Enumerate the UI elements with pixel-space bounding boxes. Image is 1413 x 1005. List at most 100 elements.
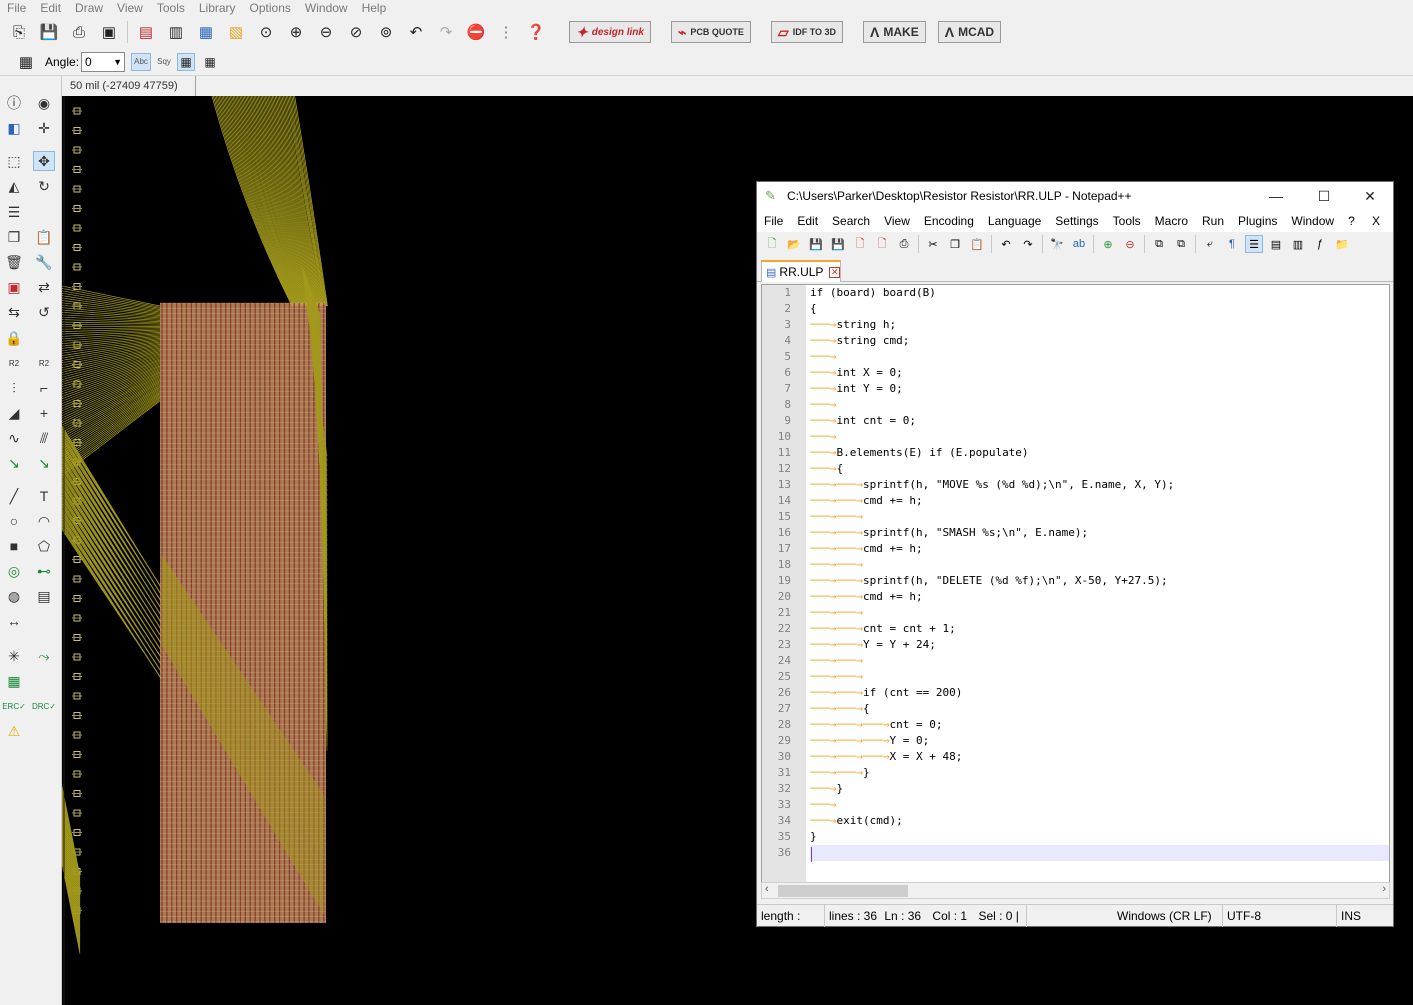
show-icon[interactable]: ◉ xyxy=(33,93,55,113)
undo-icon[interactable]: ↶ xyxy=(404,20,428,44)
move-icon[interactable]: ✥ xyxy=(33,151,55,171)
npp-menu-tools[interactable]: Tools xyxy=(1106,214,1148,228)
zoom-out-icon[interactable]: ⊖ xyxy=(1121,235,1139,253)
redo-icon[interactable]: ↷ xyxy=(1019,235,1037,253)
npp-menu-language[interactable]: Language xyxy=(981,214,1048,228)
help-icon[interactable]: ❓ xyxy=(524,20,548,44)
maximize-icon[interactable]: ☐ xyxy=(1301,182,1347,210)
mark-icon[interactable]: ✛ xyxy=(33,118,55,138)
stop-icon[interactable]: ⛔ xyxy=(464,20,488,44)
code-line[interactable]: { xyxy=(810,301,1389,317)
hole-icon[interactable]: ◍ xyxy=(3,586,25,606)
code-line[interactable]: ───→───→sprintf(h, "SMASH %s;\n", E.name… xyxy=(810,525,1389,541)
rectangle-icon[interactable]: ■ xyxy=(3,536,25,556)
delete-icon[interactable]: 🗑 xyxy=(3,252,25,272)
sync-horizontal-icon[interactable]: ⧉ xyxy=(1172,235,1190,253)
notepadpp-title-bar[interactable]: ✎ C:\Users\Parker\Desktop\Resistor Resis… xyxy=(757,182,1393,210)
code-line[interactable]: ───→───→if (cnt == 200) xyxy=(810,685,1389,701)
code-line[interactable]: ───→ xyxy=(810,349,1389,365)
npp-menu-search[interactable]: Search xyxy=(825,214,877,228)
npp-menu-macro[interactable]: Macro xyxy=(1148,214,1195,228)
npp-menu-help[interactable]: ? xyxy=(1341,214,1362,228)
code-line[interactable]: ───→{ xyxy=(810,461,1389,477)
meander-icon[interactable]: ∿ xyxy=(3,428,25,448)
copy-icon[interactable]: ❐ xyxy=(946,235,964,253)
code-line[interactable]: ───→ xyxy=(810,429,1389,445)
code-line[interactable]: ───→───→ xyxy=(810,605,1389,621)
code-line[interactable]: ───→B.elements(E) if (E.populate) xyxy=(810,445,1389,461)
code-line[interactable]: ───→───→ xyxy=(810,509,1389,525)
npp-menu-encoding[interactable]: Encoding xyxy=(917,214,981,228)
layer-settings-icon[interactable]: ◧ xyxy=(3,118,25,138)
go-icon[interactable]: ⋮ xyxy=(494,20,518,44)
miter-icon[interactable]: ⌐ xyxy=(33,378,55,398)
tab-close-icon[interactable]: ✕ xyxy=(829,266,840,278)
eagle-menu-window[interactable]: Window xyxy=(298,0,355,16)
open-file-icon[interactable]: 📂 xyxy=(785,235,803,253)
schematic-board-switch-icon[interactable]: ▤ xyxy=(134,20,158,44)
crosshair-icon[interactable]: + xyxy=(33,403,55,423)
replace-icon[interactable]: ab xyxy=(1070,235,1088,253)
print-icon[interactable]: ⎙ xyxy=(895,235,913,253)
save-all-icon[interactable]: 💾 xyxy=(829,235,847,253)
code-line[interactable]: ───→───→───→cnt = 0; xyxy=(810,717,1389,733)
polygon-icon[interactable]: ⬠ xyxy=(33,536,55,556)
npp-menu-file[interactable]: File xyxy=(757,214,790,228)
board-icon[interactable]: ▦ xyxy=(3,671,25,691)
zoom-in-icon[interactable]: ⊕ xyxy=(1099,235,1117,253)
rotate-icon[interactable]: ↻ xyxy=(33,176,55,196)
code-line[interactable]: ───→───→} xyxy=(810,765,1389,781)
print-icon[interactable]: ⎙ xyxy=(67,20,91,44)
code-line[interactable]: ───→───→sprintf(h, "MOVE %s (%d %d);\n",… xyxy=(810,477,1389,493)
text-spin-button[interactable]: Sqy xyxy=(154,53,174,71)
text-icon[interactable]: T xyxy=(33,486,55,506)
code-line[interactable]: ───→exit(cmd); xyxy=(810,813,1389,829)
code-line[interactable]: ───→───→───→X = X + 48; xyxy=(810,749,1389,765)
lock-icon[interactable]: 🔒 xyxy=(3,328,25,348)
new-file-icon[interactable]: 🗋 xyxy=(763,235,781,253)
drc-icon[interactable]: DRC✓ xyxy=(32,696,56,716)
circle-icon[interactable]: ○ xyxy=(3,511,25,531)
code-area[interactable]: if (board) board(B){───→string h; ───→str… xyxy=(810,285,1389,883)
code-line[interactable]: ───→int X = 0; xyxy=(810,365,1389,381)
cut-icon[interactable]: ✂ xyxy=(924,235,942,253)
npp-menu-run[interactable]: Run xyxy=(1195,214,1231,228)
idf-button[interactable]: ▱ IDF TO 3D xyxy=(770,21,844,43)
code-line[interactable]: ───→───→ xyxy=(810,557,1389,573)
eagle-menu-options[interactable]: Options xyxy=(243,0,298,16)
scroll-left-icon[interactable]: ‹ xyxy=(765,883,769,895)
npp-menu-edit[interactable]: Edit xyxy=(790,214,825,228)
code-line[interactable] xyxy=(810,845,1389,861)
wire-icon[interactable]: ╱ xyxy=(3,486,25,506)
code-line[interactable]: } xyxy=(810,829,1389,845)
scroll-thumb[interactable] xyxy=(778,885,908,897)
code-line[interactable]: ───→ xyxy=(810,797,1389,813)
zoom-in-icon[interactable]: ⊕ xyxy=(284,20,308,44)
zoom-redraw-icon[interactable]: ⊘ xyxy=(344,20,368,44)
zoom-out-icon[interactable]: ⊖ xyxy=(314,20,338,44)
close-file-icon[interactable]: 🗋 xyxy=(851,235,869,253)
autorouter-icon[interactable]: ⤳ xyxy=(33,646,55,666)
eagle-menu-tools[interactable]: Tools xyxy=(150,0,192,16)
code-line[interactable]: ───→───→cmd += h; xyxy=(810,493,1389,509)
split-icon[interactable]: ◢ xyxy=(3,403,25,423)
doc-map-icon[interactable]: ▥ xyxy=(1289,235,1307,253)
save-icon[interactable]: 💾 xyxy=(807,235,825,253)
ratsnest-icon[interactable]: ✳ xyxy=(3,646,25,666)
mcad-button[interactable]: Ʌ MCAD xyxy=(937,21,1002,43)
value-icon[interactable]: R2 xyxy=(33,353,55,373)
mirror-icon[interactable]: ◭ xyxy=(3,176,25,196)
udl-icon[interactable]: ▤ xyxy=(1267,235,1285,253)
code-line[interactable]: ───→───→───→Y = 0; xyxy=(810,733,1389,749)
cam-icon[interactable]: ▣ xyxy=(97,20,121,44)
npp-menu-view[interactable]: View xyxy=(877,214,917,228)
script-icon[interactable]: ▦ xyxy=(194,20,218,44)
grid-icon[interactable]: ▦ xyxy=(14,50,38,74)
code-line[interactable]: ───→string cmd; xyxy=(810,333,1389,349)
code-line[interactable]: if (board) board(B) xyxy=(810,285,1389,301)
arc-icon[interactable]: ◠ xyxy=(33,511,55,531)
wrench-icon[interactable]: 🔧 xyxy=(33,252,55,272)
code-line[interactable]: ───→───→cnt = cnt + 1; xyxy=(810,621,1389,637)
code-line[interactable]: ───→int cnt = 0; xyxy=(810,413,1389,429)
code-line[interactable]: ───→───→ xyxy=(810,669,1389,685)
